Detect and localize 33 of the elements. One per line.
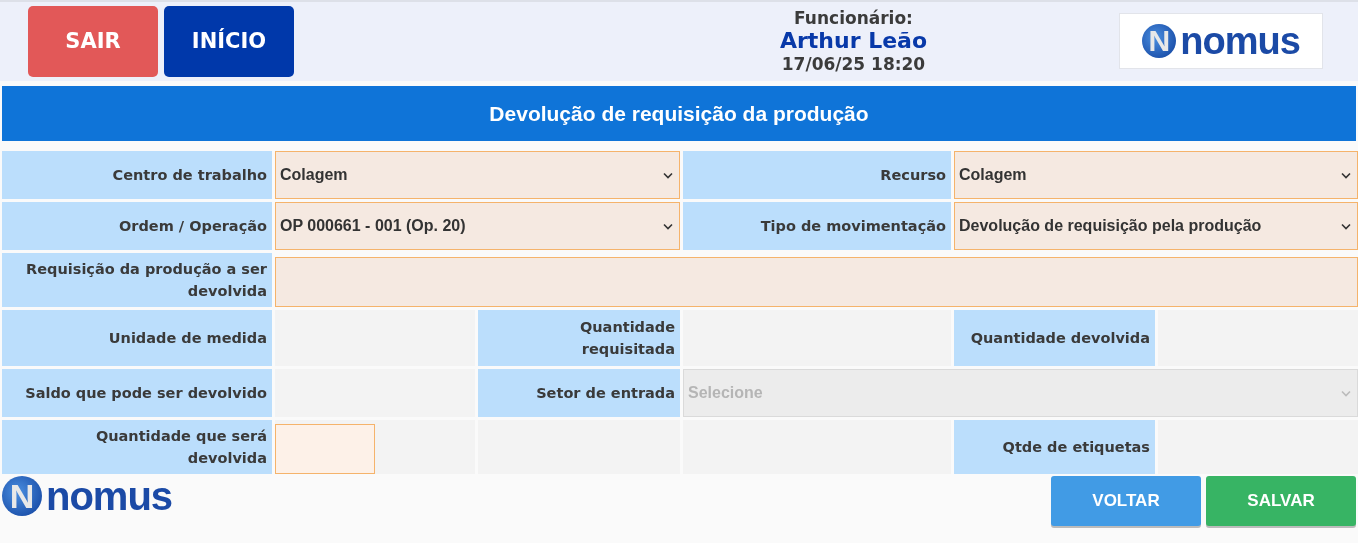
field-label: Quantidade devolvida xyxy=(954,310,1155,366)
text-area[interactable] xyxy=(275,257,1358,307)
dropdown[interactable]: Colagem xyxy=(275,151,680,199)
dropdown[interactable]: Colagem xyxy=(954,151,1358,199)
field-label: Quantidade requisitada xyxy=(478,310,680,366)
field-label: Ordem / Operação xyxy=(2,202,272,250)
employee-label: Funcionário: xyxy=(794,8,913,28)
field-label: Centro de trabalho xyxy=(2,151,272,199)
page-title: Devolução de requisição da produção xyxy=(2,86,1356,141)
field-label: Saldo que pode ser devolvido xyxy=(2,369,272,417)
employee-name: Arthur Leão xyxy=(779,28,928,54)
logo-mark: N xyxy=(1142,24,1177,58)
dropdown[interactable]: Devolução de requisição pela produção xyxy=(954,202,1358,250)
chevron-icon xyxy=(663,171,673,179)
field-label: Recurso xyxy=(683,151,951,199)
date-time: 17/06/25 18:20 xyxy=(781,54,926,74)
button[interactable]: INÍCIO xyxy=(164,5,294,77)
chevron-icon xyxy=(1341,389,1351,397)
field-label: Unidade de medida xyxy=(2,310,272,366)
field-label: Tipo de movimentação xyxy=(683,202,951,250)
field-label: Qtde de etiquetas xyxy=(954,420,1155,474)
chevron-icon xyxy=(663,222,673,230)
field-label: Setor de entrada xyxy=(478,369,680,417)
dropdown[interactable]: OP 000661 - 001 (Op. 20) xyxy=(275,202,680,250)
button[interactable]: SAIR xyxy=(28,5,158,77)
logo-mark: N xyxy=(2,476,42,516)
chevron-icon xyxy=(1341,171,1351,179)
input-field[interactable] xyxy=(275,424,375,474)
field-label: Quantidade que será devolvida xyxy=(2,420,272,474)
logo-text: nomus xyxy=(1180,22,1300,60)
logo-text: nomus xyxy=(46,476,173,516)
chevron-icon xyxy=(1341,222,1351,230)
field-label: Requisição da produção a ser devolvida xyxy=(2,253,272,307)
